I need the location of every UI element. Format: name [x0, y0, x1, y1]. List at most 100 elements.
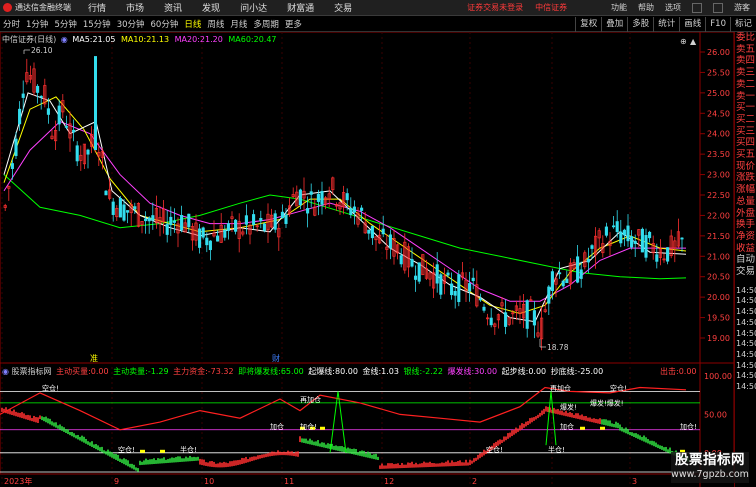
candle-body: [666, 247, 670, 262]
side-item[interactable]: 换手: [735, 219, 756, 231]
main-value: -73.32: [207, 367, 234, 376]
candle-body: [590, 245, 594, 249]
ma-legend: 中信证券(日线) ◉ MA5:21.05 MA10:21.13 MA20:21.…: [2, 34, 277, 45]
indicator-axis: 100.0050.000.00: [704, 372, 732, 458]
tongji-button[interactable]: 统计: [653, 16, 679, 32]
menu-zixun[interactable]: 资讯: [164, 1, 182, 14]
menu-faxian[interactable]: 发现: [202, 1, 220, 14]
tick-time: 14:50: [736, 339, 756, 349]
period-15min[interactable]: 15分钟: [80, 18, 114, 30]
period-daily[interactable]: 日线: [181, 18, 204, 30]
kline-chart[interactable]: 26.00 25.50 25.00 24.50 24.00 23.50 23.00 22.50…: [0, 32, 734, 487]
fuquan-button[interactable]: 复权: [575, 16, 601, 32]
ma10-value: 21.13: [146, 35, 170, 44]
side-item[interactable]: 现价: [735, 161, 756, 173]
side-item[interactable]: 买二: [735, 114, 756, 126]
f10-button[interactable]: F10: [705, 16, 730, 32]
side-item[interactable]: 买一: [735, 102, 756, 114]
candle-body: [345, 193, 349, 201]
menu-xuanxiang[interactable]: 选项: [665, 2, 681, 13]
indicator-dot: [580, 426, 585, 430]
side-item[interactable]: 涨跌: [735, 172, 756, 184]
menu-bar: 通达信金融终端 行情 市场 资讯 发现 问小达 财富通 交易 证券交易未登录 中…: [0, 0, 756, 16]
side-item[interactable]: 涨幅: [735, 184, 756, 196]
candle-body: [612, 225, 616, 228]
date-axis-label: 9: [114, 477, 119, 486]
candle-body: [468, 283, 472, 292]
app-logo-icon: [3, 3, 12, 12]
candle-body: [604, 226, 608, 236]
menu-jiaoyi[interactable]: 交易: [334, 1, 352, 14]
indicator-plot: 空仓!再加仓加仓 加仓!半仓!空仓!再加仓爆发! 爆发!爆发!空仓!加仓!加仓半仓!…: [0, 383, 700, 473]
side-item[interactable]: 卖一: [735, 91, 756, 103]
candle-body: [205, 237, 209, 246]
period-more[interactable]: 更多: [282, 18, 305, 30]
side-item[interactable]: 买四: [735, 137, 756, 149]
candle-body: [446, 272, 450, 276]
duogu-button[interactable]: 多股: [627, 16, 653, 32]
price-axis-label: 22.50: [707, 191, 730, 200]
period-60min[interactable]: 60分钟: [148, 18, 182, 30]
period-fenshi[interactable]: 分时: [0, 18, 23, 30]
period-5min[interactable]: 5分钟: [51, 18, 79, 30]
broker-name[interactable]: 中信证券: [535, 2, 567, 13]
candle-body: [165, 223, 169, 235]
maximize-icon[interactable]: [713, 2, 723, 13]
candle-body: [435, 264, 439, 284]
candle-body: [504, 312, 508, 327]
chart-nav-icons[interactable]: ⊕ ▲: [680, 37, 697, 46]
arrow-up-icon[interactable]: ▲: [690, 37, 697, 46]
period-weekly[interactable]: 周线: [204, 18, 227, 30]
watermark: 股票指标网 www.7gpzb.com: [671, 452, 749, 483]
side-item[interactable]: 自动: [735, 254, 756, 266]
candle-body: [10, 163, 14, 169]
period-monthly[interactable]: 月线: [227, 18, 250, 30]
menu-wenxiaoda[interactable]: 问小达: [240, 1, 267, 14]
side-item[interactable]: 买三: [735, 126, 756, 138]
menu-gongneng[interactable]: 功能: [611, 2, 627, 13]
period-multi[interactable]: 多周期: [250, 18, 282, 30]
candle-body: [306, 208, 310, 214]
menu-bangzhu[interactable]: 帮助: [638, 2, 654, 13]
app-title-text: 通达信金融终端: [15, 3, 71, 12]
candle-body: [147, 217, 151, 222]
candle-body: [252, 214, 256, 225]
candle-body: [198, 228, 202, 248]
period-30min[interactable]: 30分钟: [114, 18, 148, 30]
pan-icon[interactable]: ⊕: [680, 37, 687, 46]
settings-icon[interactable]: ◉: [61, 35, 68, 44]
candle-body: [478, 298, 482, 301]
huaxian-button[interactable]: 画线: [679, 16, 705, 32]
period-1min[interactable]: 1分钟: [23, 18, 51, 30]
menu-caifutong[interactable]: 财富通: [287, 1, 314, 14]
side-item[interactable]: 卖二: [735, 79, 756, 91]
indicator-settings-icon[interactable]: ◉: [2, 367, 9, 376]
login-notice[interactable]: 证券交易未登录: [467, 2, 523, 13]
candle-body: [72, 129, 76, 133]
buy-label: 主动买量:: [56, 367, 91, 376]
menu-shichang[interactable]: 市场: [126, 1, 144, 14]
ma-lines: [3, 92, 687, 323]
side-item[interactable]: 卖三: [735, 67, 756, 79]
side-item[interactable]: 净资: [735, 231, 756, 243]
side-item[interactable]: 交易: [735, 266, 756, 278]
side-item[interactable]: 委比: [735, 32, 756, 44]
menu-hangqing[interactable]: 行情: [88, 1, 106, 14]
candle-body: [644, 235, 648, 258]
diejia-button[interactable]: 叠加: [601, 16, 627, 32]
side-item[interactable]: 外盘: [735, 208, 756, 220]
signal-label: 加仓: [560, 422, 574, 431]
side-item[interactable]: 卖四: [735, 55, 756, 67]
side-item[interactable]: 买五: [735, 149, 756, 161]
indicator-panel-frame: [0, 362, 734, 475]
indicator-dot: [160, 449, 165, 453]
side-item[interactable]: 卖五: [735, 44, 756, 56]
date-axis-label: 2023年: [4, 476, 32, 486]
side-item[interactable]: 总量: [735, 196, 756, 208]
side-item[interactable]: 收益: [735, 243, 756, 255]
biaoji-button[interactable]: 标记: [729, 16, 756, 32]
candle-body: [648, 231, 652, 239]
candle-body: [622, 229, 626, 236]
guest-label[interactable]: 游客: [734, 2, 750, 13]
minimize-icon[interactable]: [692, 2, 702, 13]
